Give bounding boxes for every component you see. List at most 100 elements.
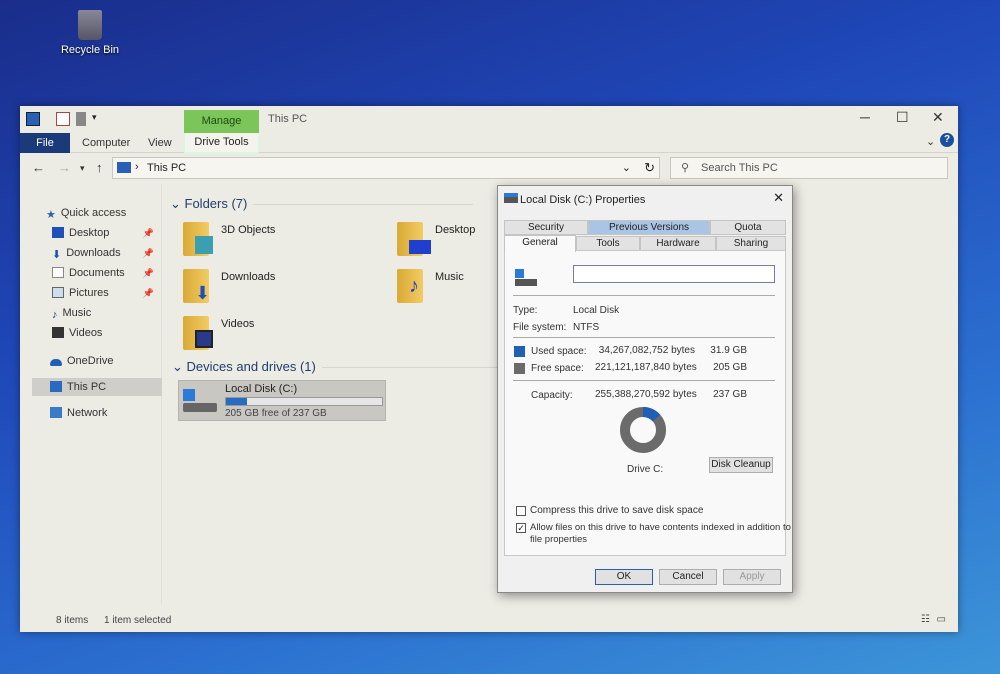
ribbon-tabs: File Computer View Drive Tools ⌄ ? xyxy=(20,133,958,153)
dialog-close-button[interactable]: ✕ xyxy=(773,190,784,206)
sidebar-item-this-pc[interactable]: This PC xyxy=(32,378,162,396)
free-space-bytes: 221,121,187,840 bytes xyxy=(595,362,697,373)
refresh-icon[interactable]: ↻ xyxy=(644,160,655,176)
recycle-bin-label: Recycle Bin xyxy=(60,44,120,56)
volume-label-input[interactable] xyxy=(573,265,775,283)
cube-icon xyxy=(195,236,213,254)
computer-icon xyxy=(117,162,131,173)
tab-sharing[interactable]: Sharing xyxy=(716,236,786,251)
music-icon: ♪ xyxy=(52,309,58,321)
tab-general[interactable]: General xyxy=(504,235,576,252)
help-icon[interactable]: ? xyxy=(940,133,954,147)
ok-button[interactable]: OK xyxy=(595,569,653,585)
network-icon xyxy=(50,407,62,418)
details-view-icon[interactable]: ☷ xyxy=(921,614,930,625)
manage-context-tab[interactable]: Manage xyxy=(184,110,259,133)
item-count: 8 items xyxy=(56,615,89,626)
index-label-line1: Allow files on this drive to have conten… xyxy=(530,522,791,533)
apply-button[interactable]: Apply xyxy=(723,569,781,585)
breadcrumb-this-pc[interactable]: This PC xyxy=(147,162,186,174)
tab-computer[interactable]: Computer xyxy=(82,137,130,149)
free-space-label: Free space: xyxy=(531,363,584,374)
tab-view[interactable]: View xyxy=(148,137,172,149)
used-space-swatch xyxy=(514,346,525,357)
folders-group-header[interactable]: ⌄ Folders (7) xyxy=(170,196,474,212)
folder-3d-objects[interactable]: 3D Objects xyxy=(183,222,383,262)
file-system-label: File system: xyxy=(513,322,567,333)
recycle-bin[interactable]: Recycle Bin xyxy=(58,10,122,56)
tab-drive-tools[interactable]: Drive Tools xyxy=(184,133,259,153)
compress-checkbox[interactable] xyxy=(516,506,526,516)
search-placeholder: Search This PC xyxy=(701,162,778,174)
status-bar: 8 items 1 item selected ☷ ▭ xyxy=(20,610,958,632)
recent-locations-button[interactable]: ▾ xyxy=(80,163,85,174)
free-space-swatch xyxy=(514,363,525,374)
sidebar-label: Music xyxy=(62,307,92,319)
explorer-window: ▾ Manage This PC ─ ☐ ✕ File Computer Vie… xyxy=(20,106,958,632)
sidebar-item-videos[interactable]: Videos xyxy=(52,324,176,342)
large-icons-view-icon[interactable]: ▭ xyxy=(937,614,946,625)
disk-cleanup-button[interactable]: Disk Cleanup xyxy=(709,457,773,473)
tab-previous-versions[interactable]: Previous Versions xyxy=(588,220,710,235)
maximize-button[interactable]: ☐ xyxy=(896,109,909,126)
drive-usage-bar xyxy=(225,397,383,406)
sidebar-item-quick-access[interactable]: ★ Quick access xyxy=(46,204,170,222)
customize-toolbar-icon[interactable]: ▾ xyxy=(92,112,106,126)
close-button[interactable]: ✕ xyxy=(932,109,944,126)
drive-icon xyxy=(183,389,217,413)
sidebar-item-downloads[interactable]: ⬇ Downloads 📌 xyxy=(52,244,160,262)
minimize-button[interactable]: ─ xyxy=(860,109,870,125)
sidebar-label: Pictures xyxy=(69,287,109,299)
address-dropdown-icon[interactable]: ⌄ xyxy=(622,161,631,174)
folder-downloads[interactable]: ⬇ Downloads xyxy=(183,269,383,309)
recycle-bin-icon xyxy=(78,10,102,40)
drive-icon xyxy=(515,269,537,287)
tab-tools[interactable]: Tools xyxy=(576,236,640,251)
sidebar-item-network[interactable]: Network xyxy=(50,404,174,422)
pin-icon: 📌 xyxy=(142,288,154,298)
properties-dialog: Local Disk (C:) Properties ✕ Security Pr… xyxy=(497,185,793,593)
new-folder-icon[interactable] xyxy=(76,112,86,126)
tab-file[interactable]: File xyxy=(20,133,70,153)
properties-icon[interactable] xyxy=(56,112,70,126)
tab-security[interactable]: Security xyxy=(504,220,588,235)
capacity-bytes: 255,388,270,592 bytes xyxy=(595,389,697,400)
expand-ribbon-icon[interactable]: ⌄ xyxy=(926,135,935,148)
back-button[interactable]: ← xyxy=(32,160,45,175)
used-space-bytes: 34,267,082,752 bytes xyxy=(598,345,695,356)
download-icon: ⬇ xyxy=(52,249,62,261)
sidebar-item-music[interactable]: ♪ Music xyxy=(52,304,176,322)
cancel-button[interactable]: Cancel xyxy=(659,569,717,585)
search-input[interactable]: ⚲ Search This PC xyxy=(670,157,948,179)
desktop-icon xyxy=(409,240,431,254)
capacity-label: Capacity: xyxy=(531,390,573,401)
sidebar-item-pictures[interactable]: Pictures 📌 xyxy=(52,284,160,302)
drive-usage-fill xyxy=(226,398,247,405)
sidebar-item-documents[interactable]: Documents 📌 xyxy=(52,264,160,282)
address-bar[interactable]: › This PC ⌄ ↻ xyxy=(112,157,660,179)
breadcrumb-separator: › xyxy=(135,161,139,173)
drive-local-disk-c[interactable]: Local Disk (C:) 205 GB free of 237 GB xyxy=(178,380,386,421)
computer-icon xyxy=(26,112,40,126)
sidebar-item-onedrive[interactable]: OneDrive xyxy=(50,352,174,370)
star-icon: ★ xyxy=(46,209,56,221)
folder-label: Videos xyxy=(221,318,255,330)
forward-button[interactable]: → xyxy=(58,160,71,175)
tab-hardware[interactable]: Hardware xyxy=(640,236,716,251)
search-icon: ⚲ xyxy=(681,162,690,174)
up-button[interactable]: ↑ xyxy=(96,160,103,175)
music-icon: ♪ xyxy=(409,275,419,297)
devices-group-header[interactable]: ⌄ Devices and drives (1) xyxy=(172,359,542,375)
index-checkbox[interactable]: ✓ xyxy=(516,523,526,533)
tab-quota[interactable]: Quota xyxy=(710,220,786,235)
documents-icon xyxy=(52,267,64,278)
sidebar-item-desktop[interactable]: Desktop 📌 xyxy=(52,224,160,242)
folder-videos[interactable]: Videos xyxy=(183,316,383,356)
window-title: This PC xyxy=(268,113,308,125)
pin-icon: 📌 xyxy=(142,248,154,258)
navigation-pane: ★ Quick access Desktop 📌 ⬇ Downloads 📌 Docum… xyxy=(20,184,162,604)
folder-label: 3D Objects xyxy=(221,224,276,236)
capacity-gb: 237 GB xyxy=(713,389,747,400)
pictures-icon xyxy=(52,287,64,298)
folder-label: Desktop xyxy=(435,224,476,236)
